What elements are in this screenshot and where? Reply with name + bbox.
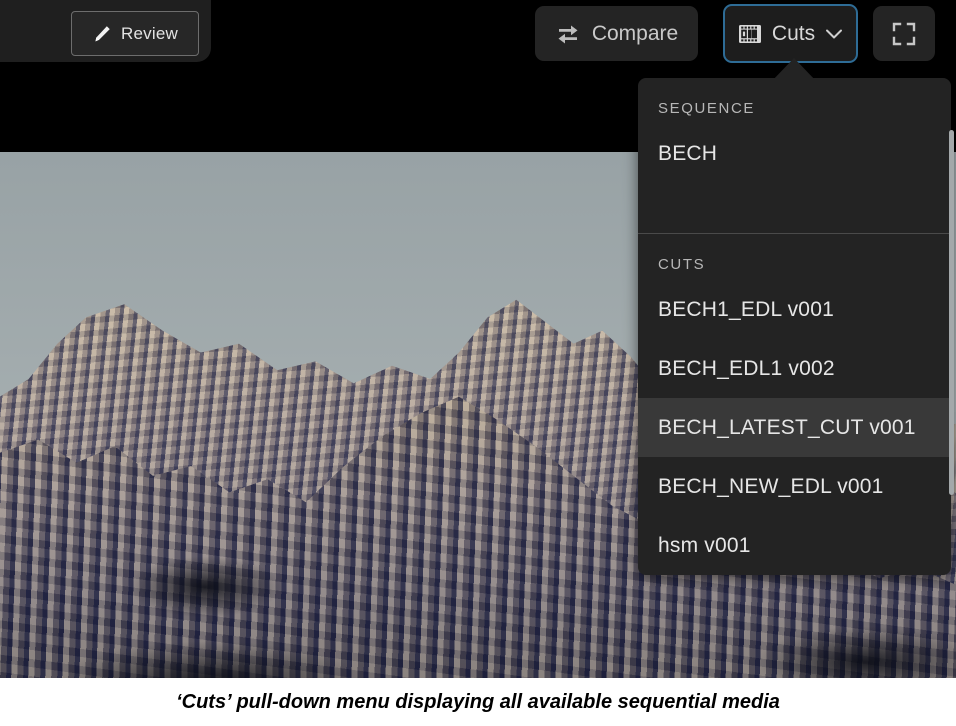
menu-item-bech-new-edl-v001[interactable]: BECH_NEW_EDL v001	[638, 457, 951, 516]
menu-item-hsm-v001[interactable]: hsm v001	[638, 516, 951, 575]
compare-button[interactable]: Compare	[535, 6, 698, 61]
cuts-button[interactable]: Cuts	[723, 4, 858, 63]
screenshot-root: Review Compare Cuts SEQUENCE BECH CUTS B…	[0, 0, 956, 726]
film-strip-icon	[737, 22, 763, 46]
compare-button-label: Compare	[591, 21, 679, 45]
menu-item-bech-edl1-v002[interactable]: BECH_EDL1 v002	[638, 339, 951, 398]
media-viewer: Review Compare Cuts SEQUENCE BECH CUTS B…	[0, 0, 956, 678]
sequence-section-spacer	[638, 183, 951, 233]
rock-shadow	[760, 627, 956, 678]
dropdown-pointer	[771, 58, 817, 82]
fullscreen-icon	[890, 20, 918, 48]
cuts-button-label: Cuts	[771, 21, 816, 45]
fullscreen-button[interactable]	[873, 6, 935, 61]
menu-item-label: BECH_LATEST_CUT v001	[658, 415, 916, 439]
toolbar-left-panel: Review	[0, 0, 211, 62]
menu-item-bech-latest-cut-v001[interactable]: BECH_LATEST_CUT v001	[638, 398, 951, 457]
cuts-dropdown-menu[interactable]: SEQUENCE BECH CUTS BECH1_EDL v001 BECH_E…	[638, 78, 951, 575]
review-button-label: Review	[121, 23, 178, 43]
compare-arrows-icon	[555, 21, 581, 47]
review-button[interactable]: Review	[71, 11, 199, 56]
menu-item-sequence-bech[interactable]: BECH	[638, 124, 951, 183]
menu-item-label: BECH1_EDL v001	[658, 297, 834, 321]
pencil-icon	[92, 24, 112, 44]
chevron-down-icon	[824, 27, 844, 41]
menu-scrollbar[interactable]	[949, 130, 954, 495]
menu-item-label: BECH_EDL1 v002	[658, 356, 835, 380]
sequence-section-header: SEQUENCE	[658, 100, 755, 117]
rock-shadow	[60, 642, 360, 678]
figure-caption: ‘Cuts’ pull-down menu displaying all ava…	[0, 678, 956, 726]
menu-item-bech1-edl-v001[interactable]: BECH1_EDL v001	[638, 280, 951, 339]
menu-item-label: BECH	[658, 141, 718, 165]
cuts-section-header: CUTS	[658, 256, 706, 273]
menu-item-label: BECH_NEW_EDL v001	[658, 474, 884, 498]
rock-shadow	[130, 557, 280, 617]
menu-item-label: hsm v001	[658, 533, 751, 557]
